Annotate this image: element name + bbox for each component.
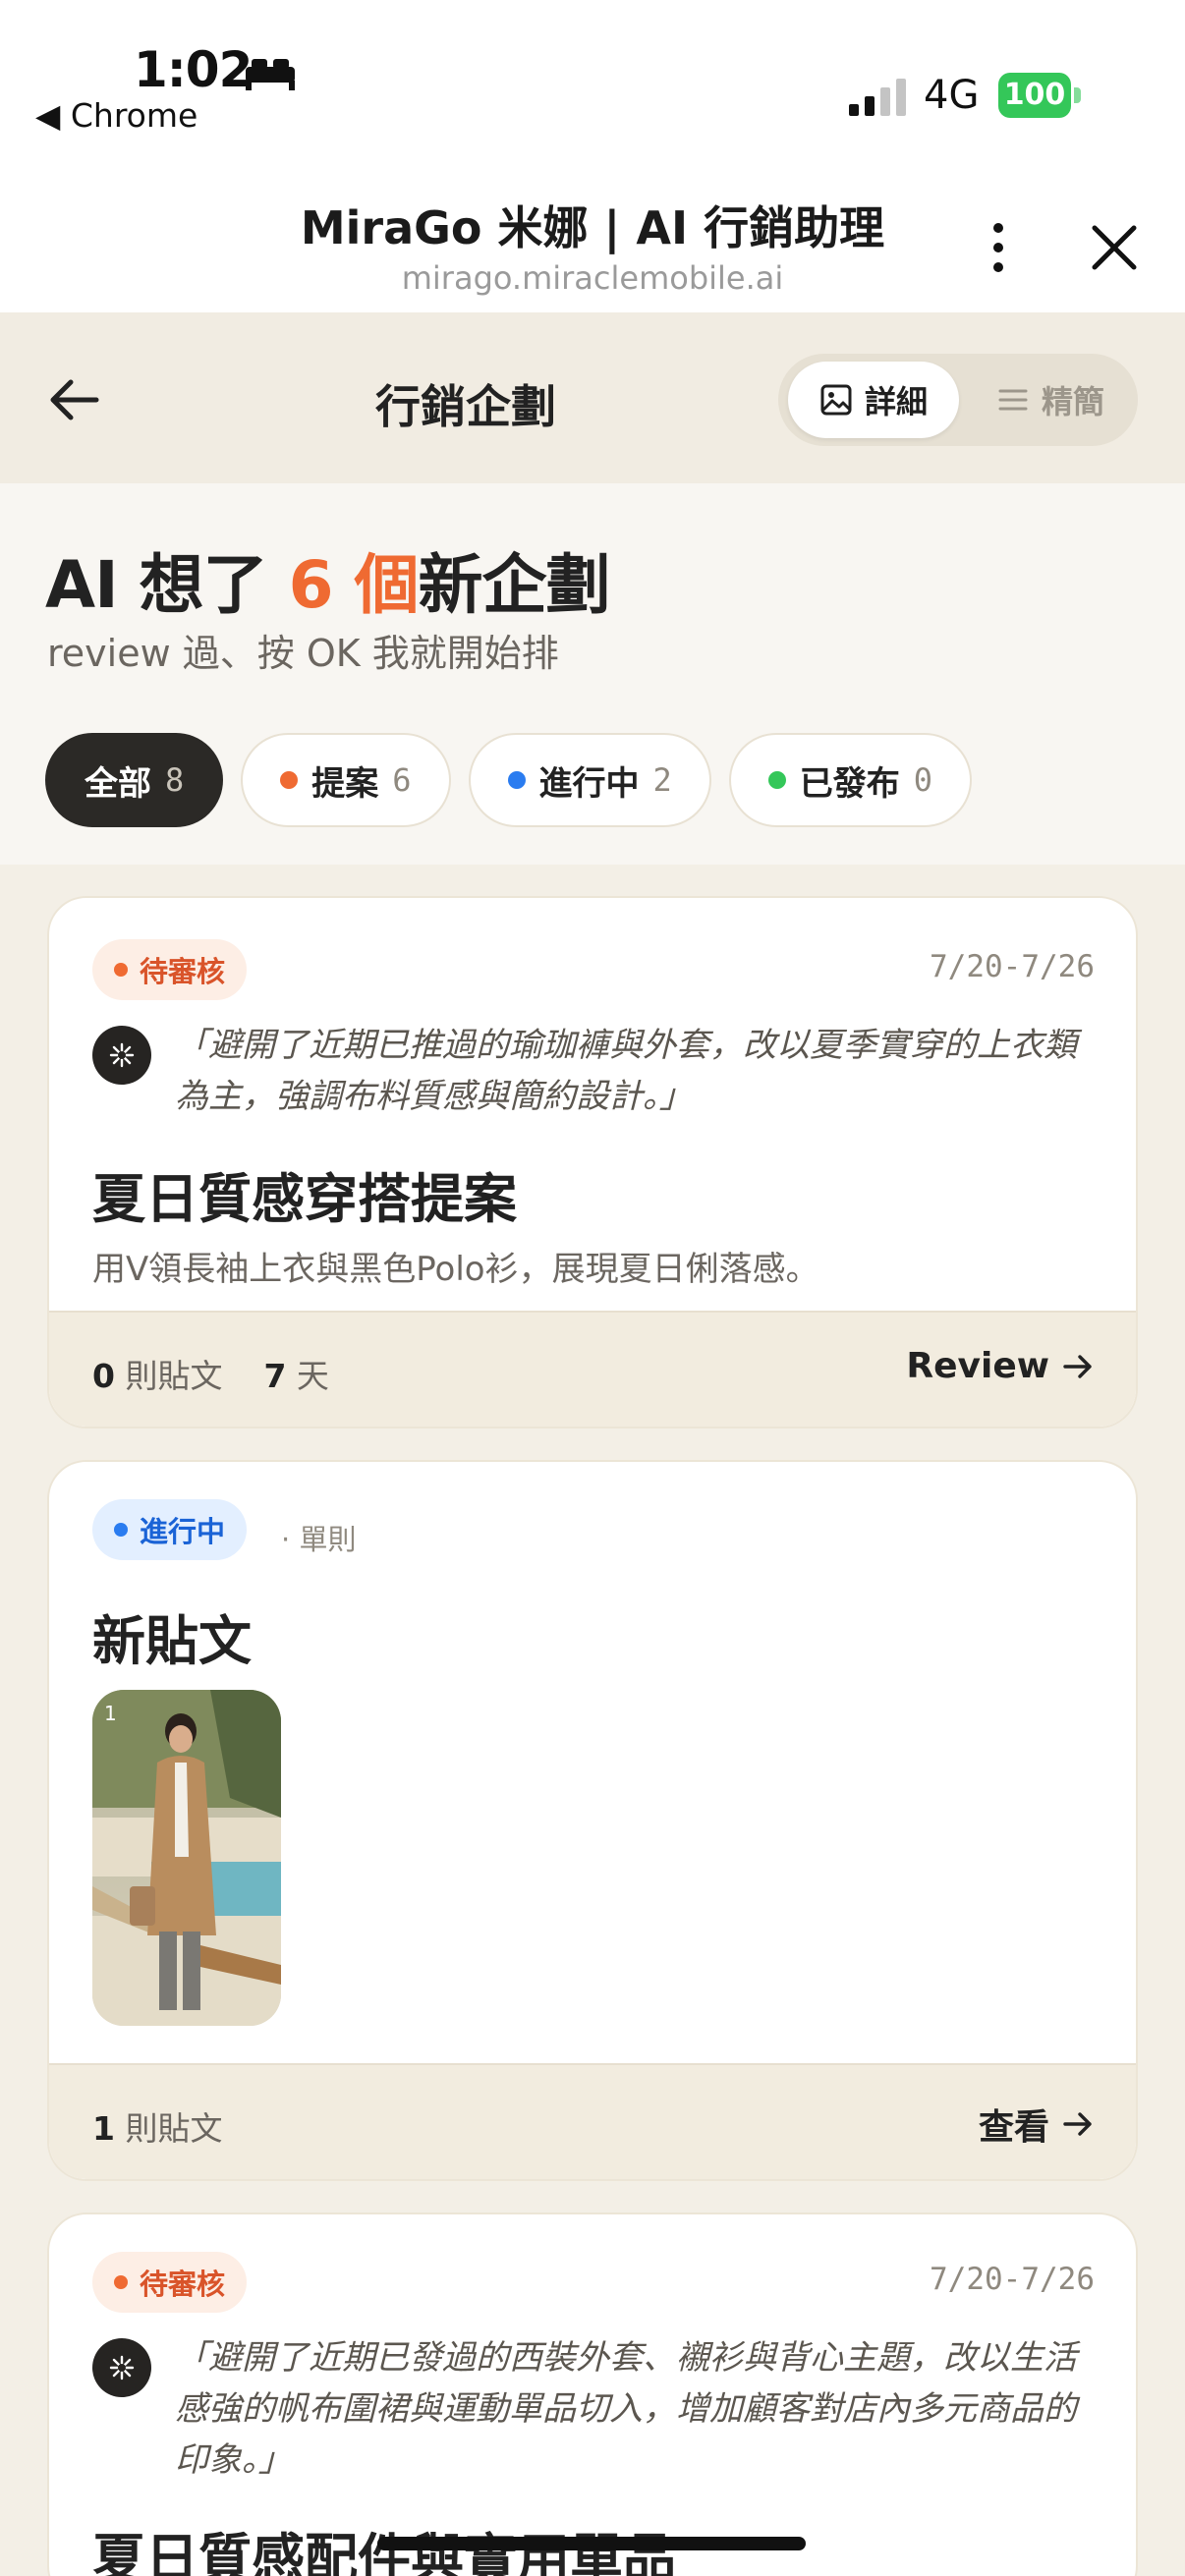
hero-subtitle: review 過、按 OK 我就開始排 bbox=[47, 632, 559, 675]
arrow-right-icon bbox=[1063, 2112, 1092, 2136]
sleep-focus-icon bbox=[246, 59, 295, 90]
status-badge: 待審核 bbox=[92, 939, 248, 1000]
ai-rationale: 「避開了近期已推過的瑜珈褲與外套，改以夏季實穿的上衣類為主，強調布料質感與簡約設… bbox=[175, 1026, 1077, 1116]
view-compact-button[interactable]: 精簡 bbox=[971, 362, 1130, 438]
filter-all[interactable]: 全部 8 bbox=[45, 733, 224, 827]
post-thumbnail[interactable]: 1 bbox=[92, 1690, 281, 2026]
status-dot bbox=[507, 771, 526, 789]
review-button[interactable]: Review bbox=[906, 1346, 1095, 1386]
filter-count: 8 bbox=[165, 761, 185, 799]
status-dot bbox=[767, 771, 786, 789]
view-compact-label: 精簡 bbox=[1041, 383, 1104, 420]
arrow-right-icon bbox=[1063, 1354, 1092, 1378]
filter-count: 2 bbox=[652, 761, 672, 799]
status-bar: 1:02 ◀ Chrome 4G 100 bbox=[0, 0, 1185, 167]
campaign-card[interactable]: 進行中 · 單則 新貼文 1 1 則貼文 查看 bbox=[47, 1460, 1138, 2181]
image-icon bbox=[820, 384, 852, 416]
filter-published[interactable]: 已發布 0 bbox=[728, 733, 973, 827]
page-title: 行銷企劃 bbox=[375, 380, 556, 433]
campaign-stats: 1 則貼文 bbox=[92, 2109, 223, 2148]
signal-icon bbox=[849, 79, 906, 116]
network-type: 4G bbox=[924, 73, 980, 118]
app-header: 行銷企劃 詳細 精簡 bbox=[0, 312, 1185, 483]
date-range: 7/20-7/26 bbox=[930, 949, 1095, 984]
battery-icon: 100 bbox=[998, 73, 1081, 118]
filter-in-progress[interactable]: 進行中 2 bbox=[468, 733, 711, 827]
hero-count: 6 個 bbox=[288, 547, 420, 623]
hero-section: AI 想了 6 個新企劃 review 過、按 OK 我就開始排 全部 8 提案… bbox=[0, 483, 1185, 865]
ai-rationale: 「避開了近期已發過的西裝外套、襯衫與背心主題，改以生活感強的帆布圍裙與運動單品切… bbox=[175, 2338, 1077, 2480]
back-to-app-link[interactable]: ◀ Chrome bbox=[35, 96, 198, 135]
campaign-card[interactable]: 待審核 7/20-7/26 「避開了近期已推過的瑜珈褲與外套，改以夏季實穿的上衣… bbox=[47, 896, 1138, 1428]
date-range: 7/20-7/26 bbox=[930, 2262, 1095, 2297]
campaign-title: 夏日質感穿搭提案 bbox=[92, 1168, 517, 1230]
status-badge: 待審核 bbox=[92, 2252, 248, 2313]
filter-proposal[interactable]: 提案 6 bbox=[241, 733, 451, 827]
filter-count: 6 bbox=[392, 761, 412, 799]
campaign-card[interactable]: 待審核 7/20-7/26 「避開了近期已發過的西裝外套、襯衫與背心主題，改以生… bbox=[47, 2212, 1138, 2576]
card-footer: 1 則貼文 查看 bbox=[49, 2063, 1136, 2179]
list-icon bbox=[998, 389, 1028, 411]
filter-chips: 全部 8 提案 6 進行中 2 已發布 0 bbox=[45, 733, 973, 827]
campaign-title: 新貼文 bbox=[92, 1610, 252, 1672]
post-type: · 單則 bbox=[281, 1523, 357, 1556]
more-options-icon[interactable] bbox=[981, 218, 1016, 277]
campaign-stats: 0 則貼文 7 天 bbox=[92, 1357, 329, 1395]
close-icon[interactable] bbox=[1089, 222, 1140, 273]
ai-sparkle-icon bbox=[92, 2338, 151, 2397]
view-detail-label: 詳細 bbox=[864, 383, 928, 420]
hero-title: AI 想了 6 個新企劃 bbox=[45, 547, 611, 623]
view-detail-button[interactable]: 詳細 bbox=[788, 362, 959, 438]
thumb-index: 1 bbox=[104, 1702, 117, 1725]
campaign-description: 用V領長袖上衣與黑色Polo衫，展現夏日俐落感。 bbox=[92, 1250, 819, 1289]
view-button[interactable]: 查看 bbox=[979, 2099, 1095, 2150]
status-time: 1:02 bbox=[134, 41, 253, 98]
ai-sparkle-icon bbox=[92, 1026, 151, 1085]
card-footer: 0 則貼文 7 天 Review bbox=[49, 1311, 1136, 1427]
battery-level: 100 bbox=[998, 73, 1071, 118]
home-indicator bbox=[377, 2537, 806, 2550]
back-arrow-icon[interactable] bbox=[45, 377, 102, 422]
view-mode-toggle: 詳細 精簡 bbox=[778, 354, 1138, 446]
status-dot bbox=[280, 771, 299, 789]
filter-count: 0 bbox=[913, 761, 933, 799]
status-badge: 進行中 bbox=[92, 1499, 248, 1560]
